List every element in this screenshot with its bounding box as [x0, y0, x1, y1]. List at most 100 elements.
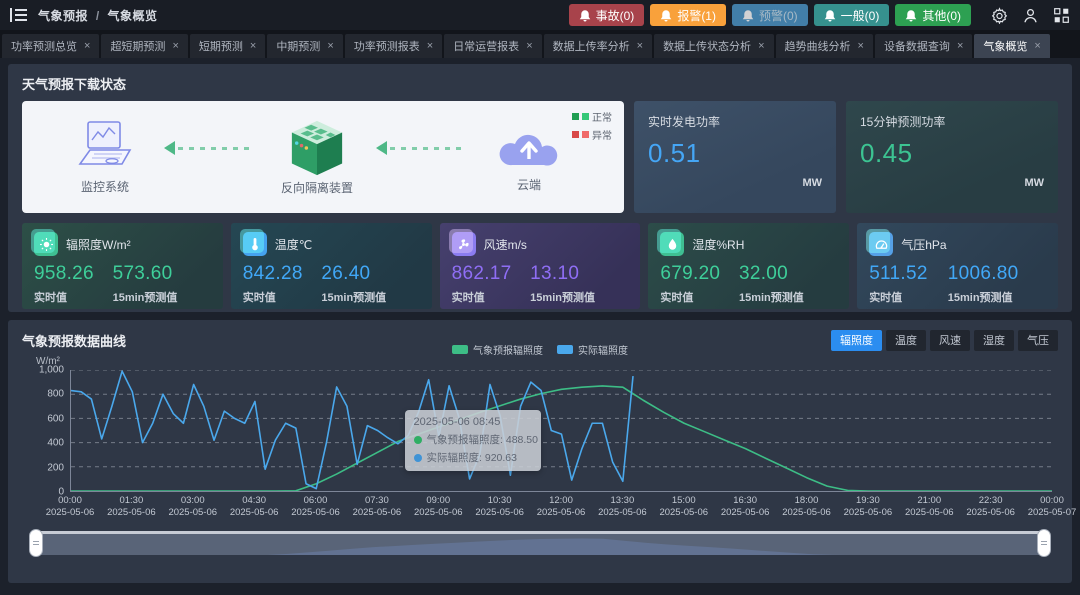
metric-card-wind-speed: 风速m/s 862.17 实时值 13.10 15min预测值: [439, 223, 641, 309]
button-irradiance[interactable]: 辐照度: [831, 329, 882, 351]
apps-grid-icon[interactable]: [1053, 7, 1070, 24]
x-tick-label: 04:30 2025-05-06: [229, 495, 279, 519]
x-tick-label: 01:30 2025-05-06: [107, 495, 156, 519]
tab[interactable]: 数据上传状态分析 ×: [654, 34, 774, 58]
alert-button-general[interactable]: 一般(0): [813, 4, 890, 26]
power-unit: MW: [1024, 177, 1044, 189]
user-icon[interactable]: [1022, 7, 1039, 24]
menu-icon[interactable]: [10, 7, 28, 23]
tab-close-icon[interactable]: ×: [637, 40, 643, 52]
button-temperature[interactable]: 温度: [886, 329, 926, 351]
alert-button-other[interactable]: 其他(0): [895, 4, 971, 26]
chart-legend: 气象预报辐照度 实际辐照度: [452, 342, 628, 357]
tab-close-icon[interactable]: ×: [858, 40, 864, 52]
alert-button-accident[interactable]: 事故(0): [568, 4, 645, 26]
realtime-value: 862.17: [451, 263, 512, 284]
panel-title: 实时发电功率: [648, 115, 721, 129]
alert-buttons: 事故(0) 报警(1) 预警(0) 一般(0) 其他(0): [568, 4, 971, 26]
datazoom-slider[interactable]: [29, 529, 1051, 557]
power-unit: MW: [802, 177, 822, 189]
button-humidity[interactable]: 湿度: [974, 329, 1014, 351]
forecast-value: 1006.80: [947, 263, 1019, 284]
tab[interactable]: 数据上传率分析 ×: [543, 34, 653, 58]
legend-item-actual[interactable]: 实际辐照度: [557, 342, 628, 357]
metric-title: 湿度%RH: [692, 237, 745, 252]
tab[interactable]: 功率预测报表 ×: [344, 34, 443, 58]
tab[interactable]: 日常运营报表 ×: [444, 34, 542, 58]
datazoom-right-handle[interactable]: [1037, 529, 1051, 557]
measure-buttons: 辐照度 温度 风速 湿度 气压: [831, 329, 1058, 351]
tab-close-icon[interactable]: ×: [172, 40, 178, 52]
tab[interactable]: 功率预测总览 ×: [2, 34, 100, 58]
tab-close-icon[interactable]: ×: [758, 40, 764, 52]
x-axis-labels: 00:00 2025-05-06 01:30 2025-05-06 03:00 2025-…: [46, 495, 1077, 521]
forecast-curve-panel: 气象预报数据曲线 气象预报辐照度 实际辐照度 辐照度 温度 风速 湿度 气压 W…: [8, 320, 1077, 583]
metric-title: 温度℃: [274, 237, 313, 252]
forecast-value: 26.40: [321, 263, 371, 284]
tab-close-icon[interactable]: ×: [1034, 40, 1040, 52]
chart-grid[interactable]: 2025-05-06 08:45 气象预报辐照度: 488.50 实际辐照度: …: [70, 370, 1052, 492]
x-tick-label: 09:00 2025-05-06: [413, 495, 463, 519]
legend-abnormal: 异常: [572, 127, 612, 142]
tab-label: 中期预测: [276, 41, 321, 53]
top-header: 气象预报 / 气象概览 事故(0) 报警(1) 预警(0) 一般(0) 其他(0…: [0, 0, 1080, 30]
realtime-power-value: 0.51: [648, 138, 701, 168]
breadcrumb-section[interactable]: 气象预报: [38, 9, 88, 23]
tab-close-icon[interactable]: ×: [84, 40, 90, 52]
legend-swatch: [452, 345, 468, 354]
x-tick-label: 12:00 2025-05-06: [536, 495, 586, 519]
x-tick-label: 03:00 2025-05-06: [168, 495, 218, 519]
alert-button-alarm[interactable]: 报警(1): [650, 4, 726, 26]
x-tick-label: 15:00 2025-05-06: [659, 495, 709, 519]
y-tick-label: 1,000: [38, 364, 64, 376]
tab-close-icon[interactable]: ×: [327, 40, 333, 52]
legend-swatch: [557, 345, 573, 354]
tab-label: 气象概览: [983, 41, 1028, 53]
alert-button-warning[interactable]: 预警(0): [731, 4, 808, 26]
tab-close-icon[interactable]: ×: [957, 40, 963, 52]
x-tick-label: 07:30 2025-05-06: [352, 495, 402, 519]
x-tick-label: 16:30 2025-05-06: [720, 495, 770, 519]
datazoom-left-handle[interactable]: [29, 529, 43, 557]
node-monitor-system: 监控系统: [50, 120, 160, 195]
button-pressure[interactable]: 气压: [1018, 329, 1058, 351]
tab-label: 趋势曲线分析: [784, 41, 851, 53]
isolation-device-icon: [291, 120, 343, 175]
tab[interactable]: 设备数据查询 ×: [874, 34, 973, 58]
status-panel-title: 天气预报下载状态: [22, 77, 127, 92]
tab-close-icon[interactable]: ×: [250, 40, 256, 52]
breadcrumb: 气象预报 / 气象概览: [38, 7, 158, 24]
legend-square: [582, 113, 589, 120]
tab[interactable]: 气象概览 ×: [974, 34, 1050, 58]
wind-fan-icon: [459, 238, 469, 249]
forecast-value: 573.60: [112, 263, 173, 284]
x-tick-label: 06:00 2025-05-06: [291, 495, 340, 519]
tab[interactable]: 超短期预测 ×: [101, 34, 188, 58]
y-tick-label: 400: [47, 437, 64, 449]
cloud-upload-icon: [499, 134, 558, 166]
download-flow-card: 监控系统 反向隔离装置 云端 正常 异常: [22, 101, 624, 213]
tab[interactable]: 趋势曲线分析 ×: [775, 34, 873, 58]
button-wind[interactable]: 风速: [930, 329, 970, 351]
tab-close-icon[interactable]: ×: [427, 40, 433, 52]
y-tick-label: 200: [47, 462, 64, 474]
tab-label: 超短期预测: [110, 41, 166, 53]
legend-square: [572, 113, 579, 120]
metric-card-humidity: 湿度%RH 679.20 实时值 32.00 15min预测值: [648, 223, 850, 309]
series-dot: [413, 453, 422, 462]
gear-icon[interactable]: [991, 6, 1008, 24]
tab[interactable]: 短期预测 ×: [189, 34, 266, 58]
tab-close-icon[interactable]: ×: [526, 40, 532, 52]
legend-item-forecast[interactable]: 气象预报辐照度: [452, 342, 543, 357]
tab-label: 数据上传状态分析: [663, 41, 752, 53]
x-tick-label: 19:30 2025-05-06: [843, 495, 893, 519]
tab[interactable]: 中期预测 ×: [267, 34, 343, 58]
realtime-value: 842.28: [242, 263, 303, 284]
node-cloud: 云端: [474, 122, 584, 193]
node-label: 云端: [516, 177, 541, 192]
chart-title: 气象预报数据曲线: [22, 333, 127, 349]
node-isolation-device: 反向隔离装置: [262, 119, 372, 196]
humidity-icon: [668, 238, 677, 250]
x-tick-label: 00:00 2025-05-07: [1027, 495, 1077, 519]
tab-label: 短期预测: [198, 41, 243, 53]
